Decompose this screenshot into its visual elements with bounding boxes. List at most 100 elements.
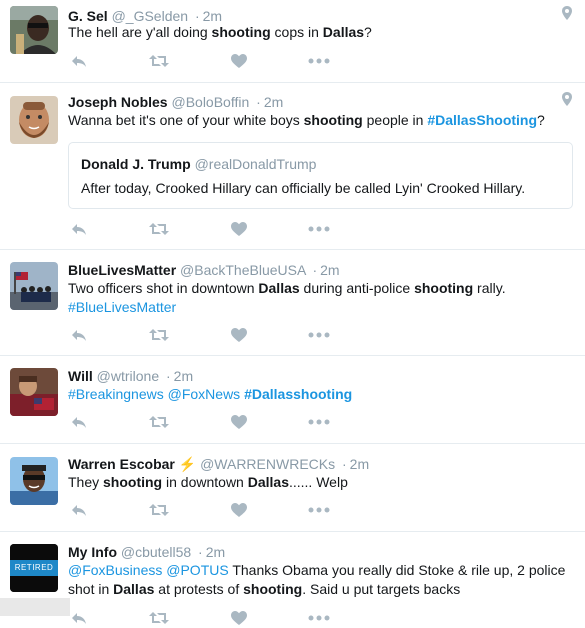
tweet-text-segment: in downtown xyxy=(162,474,248,490)
separator: · xyxy=(312,262,318,278)
like-icon[interactable] xyxy=(228,219,250,239)
tweet-text-segment: cops in xyxy=(270,24,323,40)
tweet[interactable]: G. Sel @_GSelden · 2m The hell are y'all … xyxy=(0,0,585,83)
quoted-tweet[interactable]: Donald J. Trump @realDonaldTrump After t… xyxy=(68,142,573,209)
display-name[interactable]: G. Sel xyxy=(68,8,108,24)
display-name[interactable]: Warren Escobar xyxy=(68,456,175,472)
mention-link[interactable]: @FoxBusiness xyxy=(68,562,162,578)
tweet-text-segment: rally. xyxy=(473,280,506,296)
tweet-text: Two officers shot in downtown Dallas dur… xyxy=(68,279,573,317)
more-icon[interactable] xyxy=(308,51,330,71)
hashtag-link[interactable]: #BlueLivesMatter xyxy=(68,299,176,315)
tweet-text-segment: shooting xyxy=(243,581,303,597)
like-icon[interactable] xyxy=(228,51,250,71)
more-icon[interactable] xyxy=(308,608,330,628)
like-icon[interactable] xyxy=(228,412,250,432)
separator: · xyxy=(198,544,203,560)
like-icon[interactable] xyxy=(228,500,250,520)
tweet-text-segment: Two officers shot in downtown xyxy=(68,280,259,296)
user-handle[interactable]: @BackTheBlueUSA xyxy=(180,262,306,278)
retweet-icon[interactable] xyxy=(148,500,170,520)
tweet-text: They shooting in downtown Dallas...... W… xyxy=(68,473,573,492)
tweet-text-segment: ? xyxy=(537,112,545,128)
mention-link[interactable]: @FoxNews xyxy=(168,386,241,402)
tweet-text-segment: Dallas xyxy=(247,474,289,490)
avatar[interactable] xyxy=(10,457,58,505)
avatar-label: RETIRED xyxy=(14,563,54,572)
avatar[interactable] xyxy=(10,96,58,144)
retweet-icon[interactable] xyxy=(148,412,170,432)
tweet-text-segment: Dallas xyxy=(113,581,155,597)
tweet-text: Wanna bet it's one of your white boys sh… xyxy=(68,111,573,130)
reply-icon[interactable] xyxy=(68,325,90,345)
tweet[interactable]: Will @wtrilone · 2m #Breakingnews @FoxNew… xyxy=(0,356,585,444)
tweet-text: #Breakingnews @FoxNews #Dallasshooting xyxy=(68,385,573,404)
display-name[interactable]: Joseph Nobles xyxy=(68,94,168,110)
reply-icon[interactable] xyxy=(68,412,90,432)
tweet-text-segment: shooting xyxy=(103,474,163,490)
user-handle[interactable]: @WARRENWRECKs xyxy=(200,456,335,472)
mention-link[interactable]: @POTUS xyxy=(166,562,228,578)
more-icon[interactable] xyxy=(308,412,330,432)
user-handle[interactable]: @_GSelden xyxy=(112,8,188,24)
timestamp[interactable]: 2m xyxy=(174,368,193,384)
quoted-tweet-header: Donald J. Trump @realDonaldTrump xyxy=(81,156,316,172)
hashtag-link[interactable]: #Dallasshooting xyxy=(244,386,352,402)
quoted-tweet-text: After today, Crooked Hillary can officia… xyxy=(81,180,526,196)
tweet-header: My Info @cbutell58 · 2m xyxy=(68,543,225,561)
avatar[interactable] xyxy=(10,6,58,54)
lightning-icon: ⚡ xyxy=(178,456,197,472)
tweet-text-segment: The hell are y'all doing xyxy=(68,24,212,40)
geo-pin-icon[interactable] xyxy=(559,5,575,21)
like-icon[interactable] xyxy=(228,608,250,628)
reply-icon[interactable] xyxy=(68,51,90,71)
tweet-text: The hell are y'all doing shooting cops i… xyxy=(68,23,573,42)
timestamp[interactable]: 2m xyxy=(264,94,283,110)
more-icon[interactable] xyxy=(308,500,330,520)
display-name[interactable]: BlueLivesMatter xyxy=(68,262,176,278)
separator: · xyxy=(342,456,347,472)
quoted-user-handle: @realDonaldTrump xyxy=(194,156,317,172)
tweet[interactable]: BlueLivesMatter @BackTheBlueUSA · 2m Two … xyxy=(0,250,585,356)
user-handle[interactable]: @cbutell58 xyxy=(121,544,191,560)
tweet-text-segment: ...... Welp xyxy=(288,474,348,490)
quoted-display-name: Donald J. Trump xyxy=(81,156,191,172)
reply-icon[interactable] xyxy=(68,608,90,628)
display-name[interactable]: My Info xyxy=(68,544,117,560)
tweet[interactable]: Joseph Nobles @BoloBoffin · 2m Wanna bet … xyxy=(0,83,585,250)
tweet[interactable]: RETIRED My Info @cbutell58 · 2m @FoxBusin… xyxy=(0,532,585,625)
separator: · xyxy=(256,94,261,110)
tweet-text-segment: Dallas xyxy=(258,280,300,296)
avatar[interactable] xyxy=(10,262,58,310)
timestamp[interactable]: 2m xyxy=(203,8,222,24)
separator: · xyxy=(166,368,171,384)
retweet-icon[interactable] xyxy=(148,608,170,628)
retweet-icon[interactable] xyxy=(148,51,170,71)
user-handle[interactable]: @wtrilone xyxy=(97,368,159,384)
hashtag-link[interactable]: #DallasShooting xyxy=(427,112,537,128)
tweet-header: Warren Escobar ⚡ @WARRENWRECKs · 2m xyxy=(68,455,369,473)
like-icon[interactable] xyxy=(228,325,250,345)
retweet-icon[interactable] xyxy=(148,325,170,345)
avatar[interactable] xyxy=(10,368,58,416)
hashtag-link[interactable]: #Breakingnews xyxy=(68,386,164,402)
user-handle[interactable]: @BoloBoffin xyxy=(171,94,249,110)
tweet-text-segment: ? xyxy=(364,24,372,40)
timestamp[interactable]: 2m xyxy=(320,262,339,278)
display-name[interactable]: Will xyxy=(68,368,93,384)
separator: · xyxy=(194,8,200,24)
timestamp[interactable]: 2m xyxy=(206,544,225,560)
tweet-text-segment: shooting xyxy=(414,280,474,296)
timestamp[interactable]: 2m xyxy=(350,456,369,472)
geo-pin-icon[interactable] xyxy=(559,91,575,107)
tweet-header: Joseph Nobles @BoloBoffin · 2m xyxy=(68,93,283,111)
more-icon[interactable] xyxy=(308,219,330,239)
tweet-text: @FoxBusiness @POTUS Thanks Obama you rea… xyxy=(68,561,573,599)
retweet-icon[interactable] xyxy=(148,219,170,239)
tweet[interactable]: Warren Escobar ⚡ @WARRENWRECKs · 2m They … xyxy=(0,444,585,532)
reply-icon[interactable] xyxy=(68,500,90,520)
more-icon[interactable] xyxy=(308,325,330,345)
avatar[interactable]: RETIRED xyxy=(10,544,58,592)
tweet-text-segment: shooting xyxy=(303,112,363,128)
reply-icon[interactable] xyxy=(68,219,90,239)
